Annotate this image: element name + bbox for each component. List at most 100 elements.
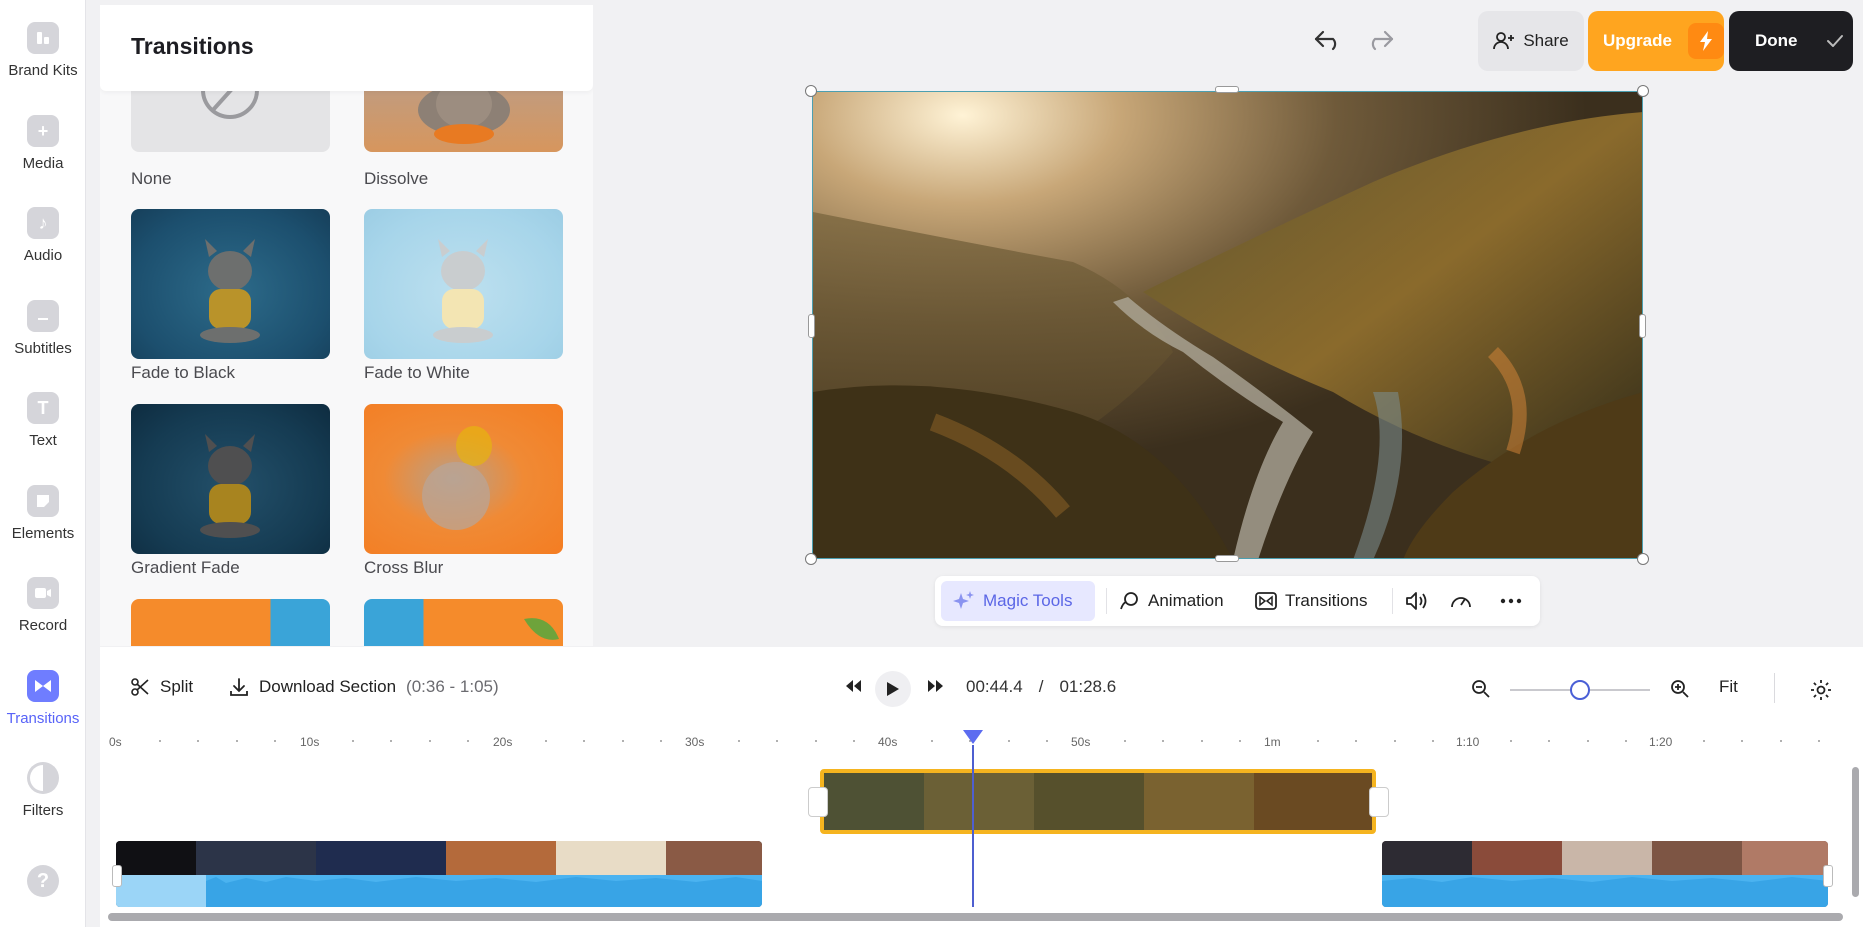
resize-handle-left[interactable] [808,314,815,338]
dog-thumbnail [200,434,260,538]
fast-forward-icon[interactable] [926,679,944,693]
selected-trim-handle-left[interactable] [808,787,828,817]
transition-label-gradient-fade: Gradient Fade [131,558,240,577]
ruler-tick [274,740,277,742]
settings-gear-icon[interactable] [1810,679,1832,701]
resize-handle-bottom-left[interactable] [805,553,817,565]
transition-label-dissolve: Dissolve [364,169,429,188]
ruler-tick [1239,740,1242,742]
sidebar-item-record[interactable]: Record [0,567,86,649]
clip-trim-handle-right[interactable] [1823,865,1833,887]
toolbar-divider [1392,588,1393,614]
dog-thumbnail [433,239,493,343]
lightning-icon [1687,23,1724,59]
transition-label-none: None [131,169,172,188]
transition-tile-cross-blur[interactable] [364,404,563,554]
transitions-button[interactable]: Transitions [1255,581,1368,621]
resize-handle-right[interactable] [1639,314,1646,338]
ruler-tick [621,740,624,742]
volume-icon[interactable] [1405,581,1429,621]
ruler-label: 1m [1264,735,1281,749]
done-button[interactable]: Done [1729,11,1853,71]
ruler-tick [1393,740,1396,742]
zoom-slider-thumb[interactable] [1570,680,1590,700]
playhead-marker[interactable] [962,729,984,745]
more-options-icon[interactable] [1500,581,1522,621]
help-icon[interactable]: ? [27,865,59,897]
sidebar-item-label: Filters [22,802,64,819]
sidebar-item-subtitles[interactable]: Subtitles [0,290,86,372]
video-clip-selected[interactable] [820,769,1376,834]
ruler-label: 20s [493,735,513,749]
brand-kits-icon [27,22,59,54]
resize-handle-bottom[interactable] [1215,555,1239,562]
fit-label: Fit [1719,677,1738,696]
plus-icon: + [27,115,59,147]
transitions-label: Transitions [1285,591,1368,610]
ruler-tick [660,740,663,742]
sidebar-item-text[interactable]: T Text [0,382,86,464]
animation-label: Animation [1148,591,1224,610]
zoom-in-icon[interactable] [1670,679,1690,699]
zoom-slider[interactable] [1510,680,1650,700]
resize-handle-top[interactable] [1215,86,1239,93]
transition-tile-gradient-fade[interactable] [131,404,330,554]
sidebar-item-audio[interactable]: ♪ Audio [0,197,86,279]
ruler-tick [1200,740,1203,742]
sidebar-item-label: Record [18,617,68,634]
editor-app: Brand Kits + Media ♪ Audio Subtitles T T… [0,0,1863,927]
resize-handle-bottom-right[interactable] [1637,553,1649,565]
playhead-line[interactable] [972,745,974,907]
transition-tile-slide-alt[interactable] [364,599,563,646]
video-preview[interactable] [812,91,1643,559]
download-section-button[interactable]: Download Section (0:36 - 1:05) [229,677,499,697]
transition-label-cross-blur: Cross Blur [364,558,444,577]
redo-icon[interactable] [1362,22,1398,58]
undo-icon[interactable] [1310,22,1346,58]
sidebar-item-filters[interactable]: Filters [0,752,86,834]
ruler-tick [467,740,470,742]
sidebar-item-transitions[interactable]: Transitions [0,660,86,742]
selected-trim-handle-right[interactable] [1369,787,1389,817]
rewind-icon[interactable] [845,679,863,693]
panel-header: Transitions [100,5,593,91]
resize-handle-top-right[interactable] [1637,85,1649,97]
scissors-icon [131,678,149,696]
play-button[interactable] [875,671,911,707]
sidebar-item-label: Elements [11,525,75,542]
resize-handle-top-left[interactable] [805,85,817,97]
share-label: Share [1523,31,1569,50]
speed-icon[interactable] [1449,581,1473,621]
ruler-label: 30s [685,735,705,749]
zoom-out-icon[interactable] [1471,679,1491,699]
sidebar-item-label: Media [22,155,64,172]
left-sidebar: Brand Kits + Media ♪ Audio Subtitles T T… [0,0,86,927]
ruler-tick [776,740,779,742]
clip-trim-handle-left[interactable] [112,865,122,887]
magic-tools-button[interactable]: Magic Tools [941,581,1095,621]
sidebar-item-brand-kits[interactable]: Brand Kits [0,12,86,94]
horizontal-scrollbar[interactable] [108,913,1843,921]
split-button[interactable]: Split [130,677,193,697]
play-icon [887,682,899,696]
transition-label-fade-to-black: Fade to Black [131,363,235,382]
video-clip-3[interactable] [1382,841,1828,907]
ruler-tick [1625,740,1628,742]
upgrade-button[interactable]: Upgrade [1588,11,1724,71]
sidebar-item-elements[interactable]: Elements [0,475,86,557]
video-clip-1[interactable] [116,841,762,907]
ruler-tick [1162,740,1165,742]
clip-toolbar: Magic Tools Animation Transitions [935,576,1540,626]
fit-button[interactable]: Fit [1719,677,1738,697]
dog-thumbnail [200,239,260,343]
animation-button[interactable]: Animation [1118,581,1224,621]
sidebar-item-media[interactable]: + Media [0,105,86,187]
text-icon: T [27,392,59,424]
share-button[interactable]: Share [1478,11,1584,71]
clip-thumbnails [1382,841,1828,907]
transition-tile-fade-to-black[interactable] [131,209,330,359]
transition-tile-slide[interactable] [131,599,330,646]
vertical-scrollbar[interactable] [1852,767,1859,897]
total-time: 01:28.6 [1059,677,1117,696]
transition-tile-fade-to-white[interactable] [364,209,563,359]
